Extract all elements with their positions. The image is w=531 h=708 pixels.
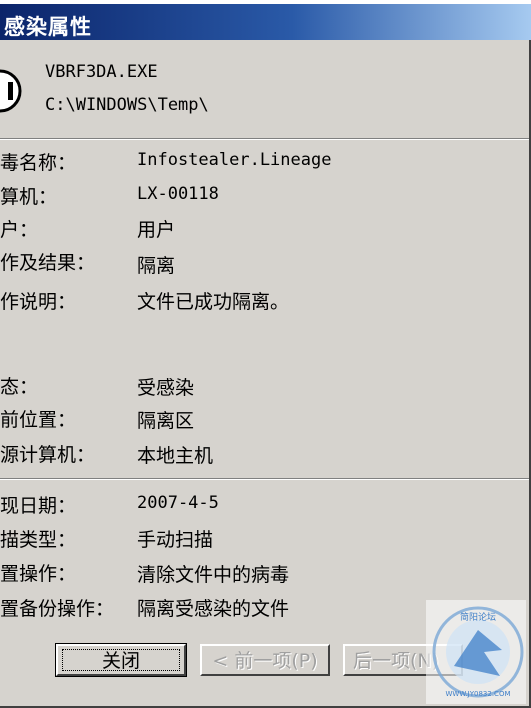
location-value: 隔离区 bbox=[137, 410, 195, 432]
properties-dialog: 感染属性 VBRF3DA.EXE C:\WINDOWS\Temp\ 毒名称： I… bbox=[0, 0, 531, 708]
close-button[interactable]: 关闭 bbox=[55, 643, 187, 677]
info-icon bbox=[0, 69, 22, 113]
computer-value: LX-00118 bbox=[137, 184, 219, 204]
action-result-value: 隔离 bbox=[137, 255, 176, 277]
action-desc-value: 文件已成功隔离。 bbox=[137, 291, 290, 313]
window-title: 感染属性 bbox=[4, 15, 92, 39]
state-label: 态： bbox=[0, 376, 39, 398]
action-desc-label: 作说明： bbox=[0, 291, 77, 313]
virus-name-value: Infostealer.Lineage bbox=[137, 150, 332, 170]
virus-name-label: 毒名称： bbox=[0, 152, 77, 174]
configured-action-label: 置操作： bbox=[0, 563, 77, 585]
origin-label: 源计算机： bbox=[0, 444, 96, 466]
watermark-url: WWW.JY0832.COM bbox=[445, 690, 510, 698]
title-bar[interactable]: 感染属性 bbox=[0, 4, 531, 40]
scan-type-value: 手动扫描 bbox=[137, 529, 214, 551]
focus-rect bbox=[62, 649, 180, 671]
separator bbox=[0, 478, 529, 480]
computer-label: 算机： bbox=[0, 186, 58, 208]
origin-value: 本地主机 bbox=[137, 445, 214, 467]
previous-button[interactable]: < 前一项(P) bbox=[200, 644, 330, 676]
configured-action-value: 清除文件中的病毒 bbox=[137, 564, 290, 586]
file-name: VBRF3DA.EXE bbox=[45, 62, 158, 82]
user-label: 户： bbox=[0, 219, 39, 241]
previous-button-label: < 前一项(P) bbox=[212, 650, 318, 672]
state-value: 受感染 bbox=[137, 377, 195, 399]
location-label: 前位置： bbox=[0, 409, 77, 431]
action-result-label: 作及结果： bbox=[0, 252, 96, 274]
file-path: C:\WINDOWS\Temp\ bbox=[45, 95, 209, 115]
scan-type-label: 描类型： bbox=[0, 529, 77, 551]
watermark-title: 简阳论坛 bbox=[460, 611, 496, 623]
detect-date-label: 现日期： bbox=[0, 495, 77, 517]
user-value: 用户 bbox=[137, 219, 176, 241]
separator bbox=[0, 138, 529, 140]
site-watermark-logo: 简阳论坛 WWW.JY0832.COM bbox=[426, 600, 526, 704]
backup-action-label: 置备份操作： bbox=[0, 598, 115, 620]
backup-action-value: 隔离受感染的文件 bbox=[137, 598, 290, 620]
detect-date-value: 2007-4-5 bbox=[137, 493, 219, 513]
